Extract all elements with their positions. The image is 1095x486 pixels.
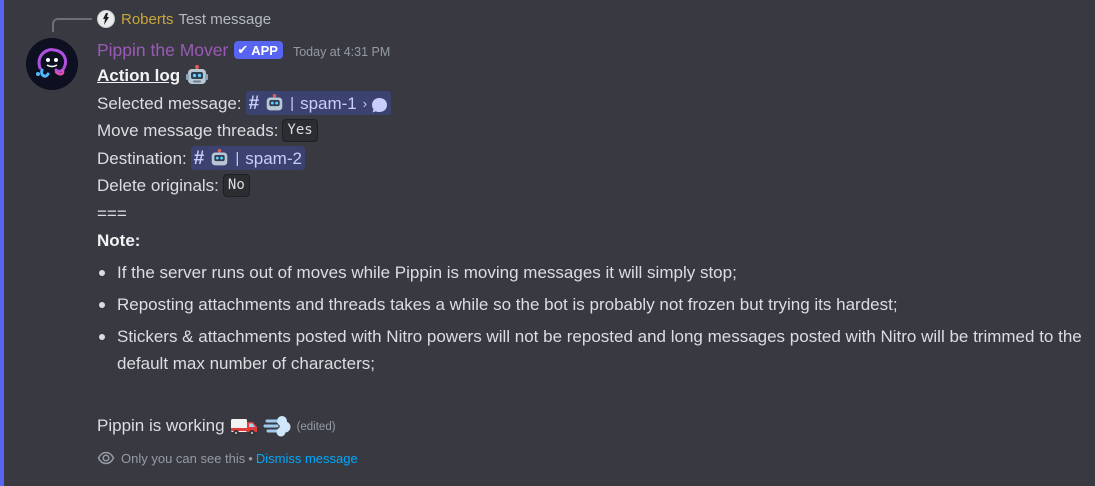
reply-preview[interactable]: Roberts Test message [97, 9, 271, 29]
reply-text[interactable]: Test message [179, 11, 272, 28]
list-item: Reposting attachments and threads takes … [97, 291, 1087, 318]
highlight-accent-bar [0, 0, 4, 486]
dot-separator: • [248, 450, 253, 466]
status-line: Pippin is working (edited) [97, 411, 336, 441]
ephemeral-notice: Only you can see this • Dismiss message [97, 449, 358, 467]
dash-emoji-icon [263, 413, 291, 439]
bot-avatar[interactable] [26, 38, 78, 90]
delete-originals-value: No [222, 174, 250, 198]
channel-separator: | [290, 94, 295, 112]
user-avatar-icon[interactable] [97, 10, 115, 28]
chevron-right-icon: › [362, 95, 368, 111]
note-heading-line: Note: [97, 227, 1087, 255]
destination-label: Destination: [97, 148, 187, 168]
channel-hash-icon: # [193, 147, 205, 169]
status-text: Pippin is working [97, 416, 225, 436]
channel-hash-icon: # [248, 92, 260, 114]
selected-message-line: Selected message: # | spam-1 › [97, 90, 1087, 118]
delete-originals-label: Delete originals: [97, 176, 219, 195]
ephemeral-text: Only you can see this [121, 450, 246, 466]
channel-separator: | [235, 149, 240, 167]
destination-line: Destination: # | spam-2 [97, 145, 1087, 173]
separator-line: === [97, 200, 1087, 228]
message-content: Action log Selected message: # | spam-1 … [97, 62, 1087, 437]
thread-bubble-icon [371, 95, 388, 113]
message-timestamp[interactable]: Today at 4:31 PM [293, 45, 390, 59]
bot-message: Roberts Test message Pippin the Mover ✔ … [0, 0, 1095, 486]
action-log-title: Action log [97, 66, 181, 85]
move-threads-value: Yes [282, 119, 318, 143]
channel-name: spam-2 [245, 148, 302, 168]
channel-mention-spam-2[interactable]: # | spam-2 [190, 146, 305, 171]
reply-spine [52, 18, 92, 32]
channel-mention-spam-1[interactable]: # | spam-1 › [245, 91, 392, 116]
verified-check-icon: ✔ [237, 42, 249, 57]
dismiss-message-link[interactable]: Dismiss message [256, 451, 358, 466]
list-item: Stickers & attachments posted with Nitro… [97, 323, 1087, 377]
eye-icon [97, 449, 115, 467]
separator-text: === [97, 203, 127, 223]
action-log-title-line: Action log [97, 62, 1087, 90]
app-badge-label: APP [251, 42, 278, 58]
move-threads-label: Move message threads: [97, 121, 279, 140]
robot-emoji-icon [210, 148, 229, 168]
app-badge: ✔ APP [234, 41, 283, 59]
list-item: If the server runs out of moves while Pi… [97, 259, 1087, 286]
author-name[interactable]: Pippin the Mover [97, 40, 228, 61]
delete-originals-line: Delete originals: No [97, 172, 1087, 200]
truck-emoji-icon [230, 413, 258, 439]
channel-name: spam-1 [300, 93, 357, 113]
robot-emoji-icon [186, 64, 209, 87]
move-threads-line: Move message threads: Yes [97, 117, 1087, 145]
note-heading: Note: [97, 231, 141, 250]
selected-message-label: Selected message: [97, 93, 242, 113]
reply-author[interactable]: Roberts [121, 11, 174, 28]
robot-emoji-icon [265, 93, 284, 113]
message-header: Pippin the Mover ✔ APP Today at 4:31 PM [97, 38, 390, 62]
edited-indicator[interactable]: (edited) [297, 414, 336, 442]
notes-list: If the server runs out of moves while Pi… [97, 259, 1087, 377]
